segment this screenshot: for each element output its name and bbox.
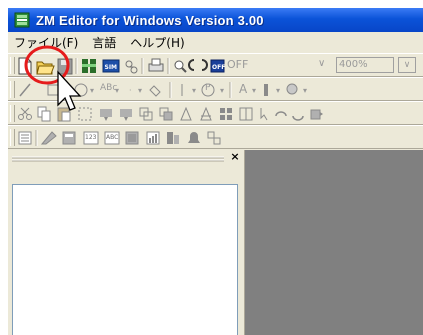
circle-icon[interactable] [74, 83, 88, 97]
print-icon[interactable] [148, 58, 164, 72]
rectangle-icon[interactable] [47, 84, 61, 96]
svg-text:▾: ▾ [64, 86, 68, 95]
open-folder-icon[interactable] [36, 61, 55, 75]
menu-file[interactable]: ファイル(F) [8, 34, 86, 51]
undo-icon[interactable] [275, 111, 287, 117]
side-panel: × [8, 150, 245, 335]
svg-text:OFF: OFF [212, 64, 225, 71]
align-icon[interactable] [100, 109, 112, 121]
svg-text:▾: ▾ [138, 86, 142, 95]
close-icon[interactable]: × [228, 150, 242, 164]
fill-icon[interactable] [149, 85, 161, 97]
svg-text:▾: ▾ [252, 86, 256, 95]
font-label: A [239, 82, 248, 96]
move-icon[interactable] [239, 107, 253, 121]
sim-icon[interactable]: SIM [102, 59, 120, 73]
copy-icon[interactable] [37, 106, 51, 122]
graph-icon[interactable] [146, 131, 160, 145]
misc-icon[interactable] [207, 131, 221, 145]
svg-text:SIM: SIM [105, 64, 118, 71]
title-bar[interactable]: ZM Editor for Windows Version 3.00 [8, 8, 423, 32]
flip-vertical-icon[interactable] [200, 106, 212, 121]
line-icon[interactable] [19, 83, 31, 97]
exit-icon[interactable] [310, 109, 323, 120]
grid-icon[interactable] [78, 107, 92, 121]
svg-text:▾: ▾ [90, 86, 94, 95]
text-sample: ABc [100, 83, 118, 93]
send-back-icon[interactable] [159, 107, 173, 121]
flip-horizontal-icon[interactable] [180, 106, 192, 121]
chart-icon[interactable] [40, 131, 57, 145]
bring-front-icon[interactable] [139, 107, 153, 121]
menu-bar: ファイル(F) 言語 ヘルプ(H) [8, 32, 423, 53]
transfer-icon[interactable] [82, 59, 96, 73]
window-title: ZM Editor for Windows Version 3.00 [36, 12, 264, 28]
off-icon[interactable]: OFF [210, 59, 225, 73]
svg-text:▾: ▾ [276, 86, 280, 95]
svg-text:▾: ▾ [220, 86, 224, 95]
app-icon [14, 12, 30, 28]
alarm-icon[interactable] [188, 132, 200, 143]
pointer-icon[interactable] [260, 108, 268, 121]
fill-color-icon[interactable] [264, 84, 268, 96]
zoom-value: 400% [339, 59, 368, 70]
menu-help[interactable]: ヘルプ(H) [124, 34, 192, 51]
zoom-chevron-icon[interactable]: ∨ [318, 58, 325, 69]
switch-icon[interactable] [125, 131, 139, 145]
toolbar-parts: 123 ABC [8, 125, 423, 149]
application-window: ZM Editor for Windows Version 3.00 ファイル(… [8, 8, 423, 335]
chevron-down-icon[interactable]: ∨ [398, 57, 416, 73]
part-list-icon[interactable] [18, 131, 32, 145]
menu-language[interactable]: 言語 [86, 34, 124, 51]
cut-icon[interactable] [18, 107, 32, 120]
new-file-icon[interactable] [18, 57, 32, 75]
lamp-icon[interactable] [62, 131, 76, 145]
redo-icon[interactable] [292, 115, 304, 121]
toolbar-edit [8, 101, 423, 125]
paste-icon[interactable] [57, 107, 71, 122]
off-label: OFF [227, 58, 249, 71]
save-icon[interactable] [57, 58, 73, 75]
abc-label: ABC [106, 134, 119, 141]
zoom-select[interactable]: 400% [336, 57, 394, 73]
panel-list[interactable] [12, 184, 238, 335]
multi-icon[interactable] [220, 108, 232, 120]
trend-icon[interactable] [167, 132, 179, 144]
svg-text:▾: ▾ [192, 86, 196, 95]
pattern-label: P [205, 83, 211, 93]
figure-icon[interactable] [286, 83, 298, 95]
toolbar-draw: ▾ ▾ ▾ · ▾ ▾ ▾ ▾ ▾ ▾ ABc P A [8, 77, 423, 101]
zoom-icon[interactable] [174, 60, 187, 73]
panel-grip[interactable] [12, 156, 224, 162]
svg-text:·: · [129, 86, 132, 95]
numeric-label: 123 [85, 134, 97, 141]
svg-text:▾: ▾ [303, 86, 307, 95]
snap-icon[interactable] [188, 59, 208, 71]
network-icon[interactable] [125, 60, 138, 74]
toolbar-standard: SIM OFF OFF ∨ 400% ∨ [8, 53, 423, 77]
group-icon[interactable] [120, 109, 132, 121]
